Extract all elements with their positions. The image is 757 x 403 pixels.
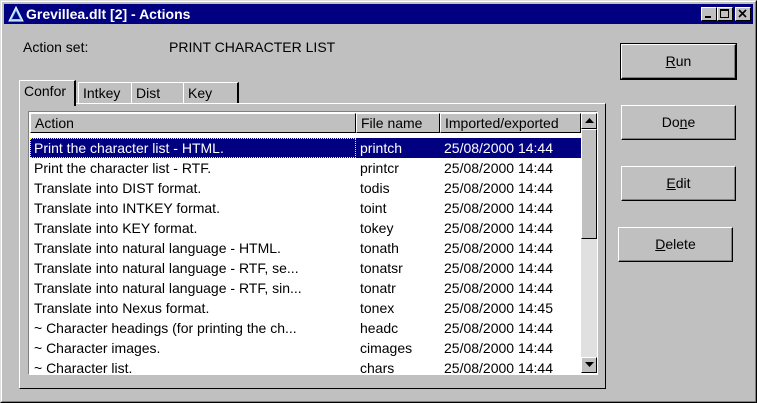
- imported-exported-cell: 25/08/2000 14:44: [444, 340, 553, 356]
- close-button[interactable]: [735, 7, 751, 21]
- scroll-down-icon: [585, 362, 594, 367]
- file-name-cell: printch: [360, 140, 403, 156]
- table-row[interactable]: Translate into DIST format. todis 25/08/20…: [30, 178, 581, 198]
- window-title: Grevillea.dlt [2] - Actions: [26, 6, 191, 22]
- column-header-action[interactable]: Action: [30, 113, 356, 133]
- action-cell: ~ Character images.: [34, 340, 161, 356]
- column-header-imported-exported[interactable]: Imported/exported: [440, 113, 581, 133]
- run-label-post: un: [675, 53, 692, 69]
- table-row[interactable]: ~ Character images. cimages 25/08/2000 14:…: [30, 338, 581, 358]
- file-name-cell: printcr: [360, 160, 399, 176]
- minimize-icon: [705, 16, 711, 18]
- tab-confor-label: Confor: [24, 83, 67, 99]
- scroll-thumb[interactable]: [581, 129, 597, 239]
- imported-exported-cell: 25/08/2000 14:44: [444, 240, 553, 256]
- action-cell: Translate into DIST format.: [34, 180, 202, 196]
- action-cell: Translate into Nexus format.: [34, 300, 210, 316]
- done-label-post: e: [687, 114, 696, 130]
- table-row[interactable]: Print the character list - HTML. printch 2…: [30, 138, 581, 158]
- file-name-cell: tokey: [360, 220, 394, 236]
- title-bar[interactable]: Grevillea.dlt [2] - Actions: [4, 4, 753, 24]
- tab-dist[interactable]: Dist: [131, 82, 185, 104]
- imported-exported-cell: 25/08/2000 14:44: [444, 260, 553, 276]
- table-row[interactable]: Translate into KEY format. tokey 25/08/200…: [30, 218, 581, 238]
- edit-accel-key: E: [666, 175, 676, 191]
- close-icon: [738, 9, 747, 18]
- actions-window: Grevillea.dlt [2] - Actions Action set: …: [0, 0, 757, 403]
- file-name-cell: tonatsr: [360, 260, 403, 276]
- imported-exported-cell: 25/08/2000 14:44: [444, 220, 553, 236]
- imported-exported-cell: 25/08/2000 14:44: [444, 140, 553, 156]
- file-name-cell: todis: [360, 180, 390, 196]
- tab-confor[interactable]: Confor: [19, 80, 76, 106]
- action-set-value: PRINT CHARACTER LIST: [169, 39, 336, 55]
- delete-label-post: elete: [665, 236, 696, 252]
- maximize-icon: [720, 9, 729, 18]
- action-cell: Translate into KEY format.: [34, 220, 198, 236]
- vertical-scrollbar[interactable]: [581, 113, 597, 373]
- edit-button[interactable]: Edit: [621, 166, 736, 201]
- imported-exported-cell: 25/08/2000 14:44: [444, 320, 553, 336]
- table-row[interactable]: Print the character list - RTF. printcr 25…: [30, 158, 581, 178]
- imported-exported-cell: 25/08/2000 14:44: [444, 180, 553, 196]
- tab-dist-label: Dist: [136, 85, 161, 101]
- file-name-cell: tonex: [360, 300, 395, 316]
- done-button[interactable]: Done: [621, 105, 736, 140]
- imported-exported-cell: 25/08/2000 14:44: [444, 360, 553, 373]
- column-header-file-name[interactable]: File name: [356, 113, 440, 133]
- imported-exported-cell: 25/08/2000 14:44: [444, 280, 553, 296]
- actions-list-body: Action File name Imported/exported Print…: [30, 113, 581, 373]
- scroll-up-button[interactable]: [581, 113, 597, 129]
- table-row[interactable]: Translate into Nexus format. tonex 25/08/2…: [30, 298, 581, 318]
- table-row[interactable]: ~ Character list. chars 25/08/2000 14:44: [30, 358, 581, 373]
- table-row[interactable]: Translate into natural language - RTF, s…: [30, 278, 581, 298]
- delete-accel-key: D: [655, 236, 666, 252]
- tab-intkey[interactable]: Intkey: [78, 82, 133, 104]
- action-cell: Translate into natural language - RTF, s…: [34, 260, 299, 276]
- action-set-label: Action set:: [23, 39, 89, 55]
- table-row[interactable]: Translate into INTKEY format. toint 25/08/…: [30, 198, 581, 218]
- tab-key[interactable]: Key: [183, 82, 239, 104]
- action-cell: Translate into natural language - RTF, s…: [34, 280, 302, 296]
- delete-button[interactable]: Delete: [618, 227, 733, 262]
- action-cell: Print the character list - HTML.: [30, 138, 356, 158]
- minimize-button[interactable]: [701, 7, 717, 21]
- tab-key-label: Key: [188, 85, 213, 101]
- run-button[interactable]: Run: [620, 43, 737, 80]
- actions-list[interactable]: Action File name Imported/exported Print…: [28, 111, 598, 375]
- imported-exported-cell: 25/08/2000 14:44: [444, 200, 553, 216]
- action-cell: ~ Character list.: [34, 360, 133, 373]
- scroll-up-icon: [585, 118, 594, 123]
- file-name-cell: tonatr: [360, 280, 396, 296]
- tab-intkey-label: Intkey: [83, 85, 121, 101]
- run-accel-key: R: [665, 53, 676, 69]
- action-cell: Translate into natural language - HTML.: [34, 240, 281, 256]
- imported-exported-cell: 25/08/2000 14:44: [444, 160, 553, 176]
- action-cell: ~ Character headings (for printing the c…: [34, 320, 297, 336]
- table-row[interactable]: Translate into natural language - HTML. t…: [30, 238, 581, 258]
- edit-label-post: dit: [675, 175, 691, 191]
- file-name-cell: headc: [360, 320, 399, 336]
- file-name-cell: chars: [360, 360, 395, 373]
- table-row[interactable]: ~ Character headings (for printing the c…: [30, 318, 581, 338]
- imported-exported-cell: 25/08/2000 14:45: [444, 300, 553, 316]
- done-label-pre: Do: [661, 114, 680, 130]
- file-name-cell: tonath: [360, 240, 399, 256]
- file-name-cell: cimages: [360, 340, 413, 356]
- file-name-cell: toint: [360, 200, 387, 216]
- action-cell: Print the character list - RTF.: [34, 160, 212, 176]
- app-icon: [8, 6, 24, 22]
- maximize-button[interactable]: [717, 7, 733, 21]
- action-cell: Translate into INTKEY format.: [34, 200, 220, 216]
- scroll-down-button[interactable]: [581, 357, 597, 373]
- table-row[interactable]: Translate into natural language - RTF, s…: [30, 258, 581, 278]
